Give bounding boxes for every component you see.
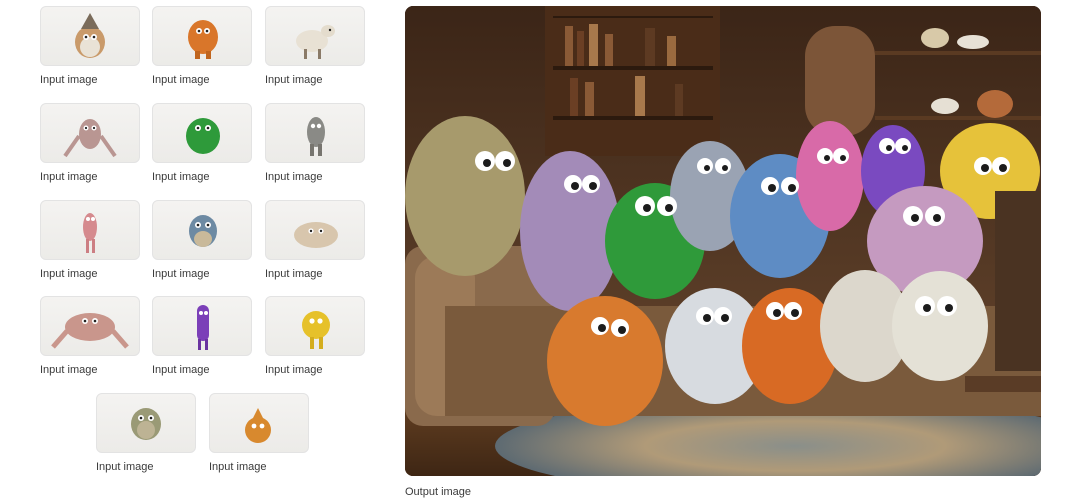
input-thumb-13[interactable]: Input image [96,393,196,474]
input-image-label: Input image [265,74,323,86]
input-thumb-11[interactable]: Input image [152,296,252,377]
input-image-label: Input image [265,171,323,183]
input-image-12[interactable] [265,296,365,356]
input-thumb-9[interactable]: Input image [265,200,365,281]
input-thumb-8[interactable]: Input image [152,200,252,281]
input-image-label: Input image [40,364,98,376]
input-image-label: Input image [152,171,210,183]
input-thumb-2[interactable]: Input image [152,6,252,87]
input-image-2[interactable] [152,6,252,66]
input-image-label: Input image [265,364,323,376]
input-thumb-12[interactable]: Input image [265,296,365,377]
input-image-label: Input image [96,461,154,473]
input-image-14[interactable] [209,393,309,453]
input-image-label: Input image [152,74,210,86]
input-image-label: Input image [40,74,98,86]
input-image-1[interactable] [40,6,140,66]
input-image-label: Input image [209,461,267,473]
input-thumb-6[interactable]: Input image [265,103,365,184]
input-thumb-14[interactable]: Input image [209,393,309,474]
input-image-label: Input image [152,364,210,376]
input-image-13[interactable] [96,393,196,453]
input-image-label: Input image [40,268,98,280]
input-image-7[interactable] [40,200,140,260]
input-image-label: Input image [40,171,98,183]
input-image-3[interactable] [265,6,365,66]
input-thumb-3[interactable]: Input image [265,6,365,87]
output-image-illustration [405,6,1041,476]
input-image-6[interactable] [265,103,365,163]
output-image-label: Output image [405,486,472,498]
input-image-label: Input image [265,268,323,280]
input-image-11[interactable] [152,296,252,356]
input-thumb-1[interactable]: Input image [40,6,140,87]
output-image[interactable] [405,6,1041,476]
input-thumb-7[interactable]: Input image [40,200,140,281]
input-image-label: Input image [152,268,210,280]
input-image-8[interactable] [152,200,252,260]
input-thumb-5[interactable]: Input image [152,103,252,184]
input-image-10[interactable] [40,296,140,356]
input-image-9[interactable] [265,200,365,260]
input-image-5[interactable] [152,103,252,163]
input-thumb-4[interactable]: Input image [40,103,140,184]
input-thumb-10[interactable]: Input image [40,296,140,377]
input-image-4[interactable] [40,103,140,163]
